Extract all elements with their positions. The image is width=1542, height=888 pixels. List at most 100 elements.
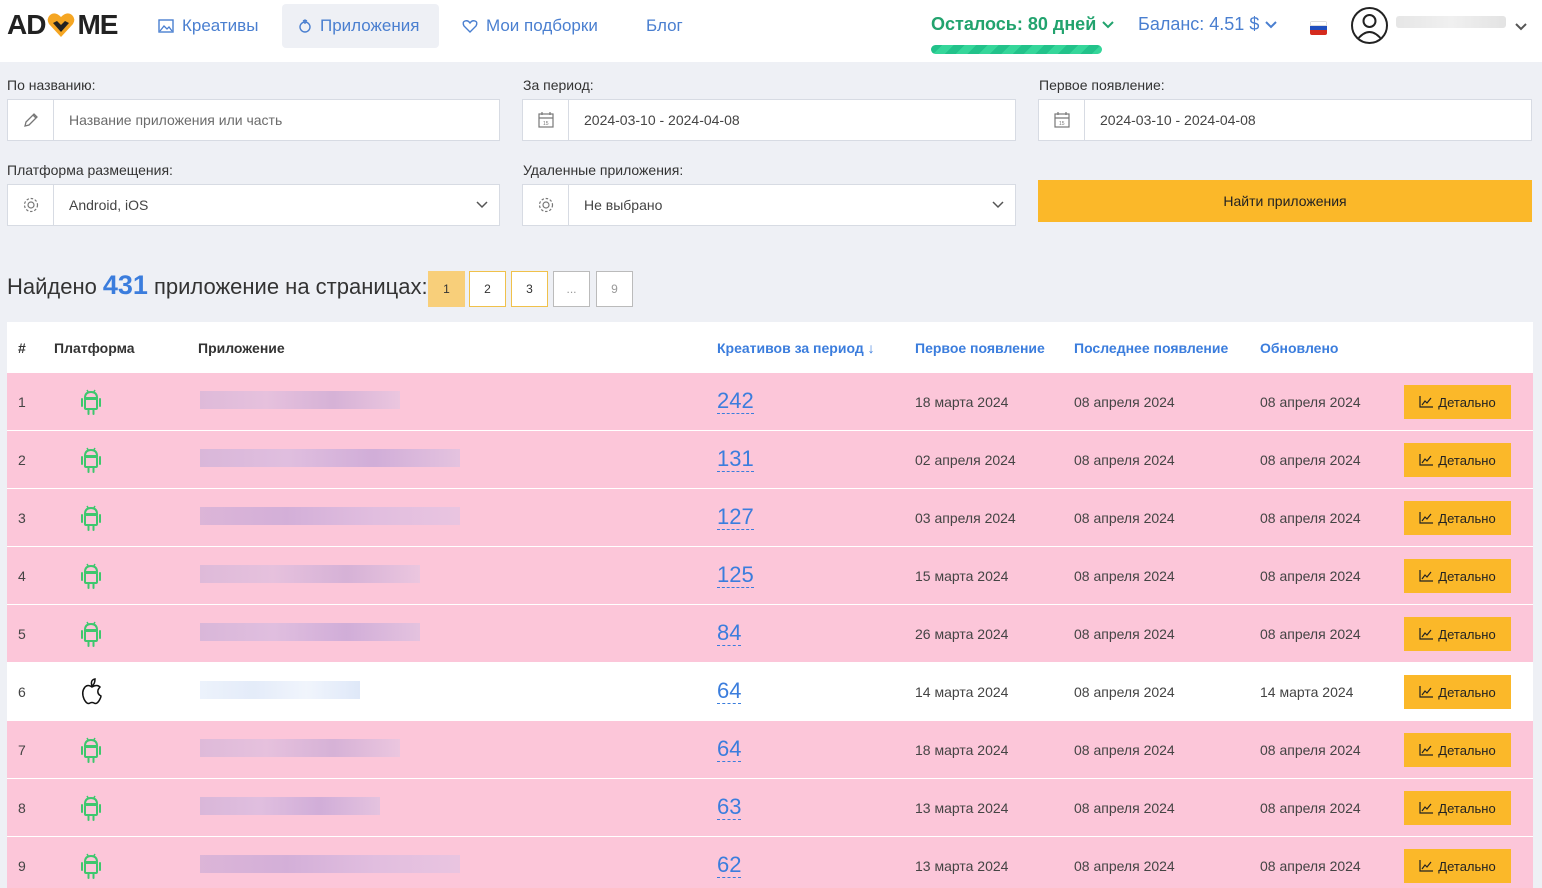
platform-cell xyxy=(80,663,104,720)
creatives-count-link[interactable]: 84 xyxy=(717,621,742,646)
page-button-ellipsis[interactable]: ... xyxy=(553,271,590,307)
days-progress-bar xyxy=(931,45,1102,54)
app-name-redacted[interactable] xyxy=(200,449,460,467)
chart-line-icon xyxy=(1419,686,1434,698)
creatives-count-link[interactable]: 125 xyxy=(717,563,754,588)
period-filter-field[interactable]: 15 2024-03-10 - 2024-04-08 xyxy=(522,99,1016,141)
updated-cell: 14 марта 2024 xyxy=(1260,683,1354,700)
app-name-redacted[interactable] xyxy=(200,681,360,699)
app-name-redacted[interactable] xyxy=(200,797,380,815)
chart-line-icon xyxy=(1419,628,1434,640)
first-appearance-field[interactable]: 15 2024-03-10 - 2024-04-08 xyxy=(1038,99,1532,141)
details-button[interactable]: Детально xyxy=(1404,849,1511,883)
details-button[interactable]: Детально xyxy=(1404,733,1511,767)
chevron-down-icon xyxy=(1102,20,1114,28)
row-index: 1 xyxy=(18,393,26,410)
details-button[interactable]: Детально xyxy=(1404,501,1511,535)
app-name-redacted[interactable] xyxy=(200,391,400,409)
row-index: 7 xyxy=(18,741,26,758)
results-suffix: приложение на страницах: xyxy=(153,274,428,299)
details-button[interactable]: Детально xyxy=(1404,443,1511,477)
details-button[interactable]: Детально xyxy=(1404,675,1511,709)
creatives-count-link[interactable]: 242 xyxy=(717,389,754,414)
days-left-label: Осталось: 80 дней xyxy=(931,14,1097,34)
app-name-redacted[interactable] xyxy=(200,623,420,641)
creatives-count-link[interactable]: 127 xyxy=(717,505,754,530)
details-button[interactable]: Детально xyxy=(1404,385,1511,419)
first-appearance-cell: 15 марта 2024 xyxy=(915,567,1009,584)
last-appearance-cell: 08 апреля 2024 xyxy=(1074,567,1175,584)
chevron-down-icon[interactable] xyxy=(1514,22,1528,32)
chart-line-icon xyxy=(1419,396,1434,408)
android-icon xyxy=(81,505,101,531)
col-app: Приложение xyxy=(198,340,285,356)
updated-cell: 08 апреля 2024 xyxy=(1260,567,1361,584)
days-left[interactable]: Осталось: 80 дней xyxy=(931,14,1115,35)
nav-apps[interactable]: Приложения xyxy=(282,4,439,48)
nav-apps-label: Приложения xyxy=(320,16,420,35)
balance[interactable]: Баланс: 4.51 $ xyxy=(1138,14,1278,35)
name-search-input[interactable]: Название приложения или часть xyxy=(54,112,499,128)
page-button-2[interactable]: 2 xyxy=(469,271,506,307)
creatives-count-link[interactable]: 131 xyxy=(717,447,754,472)
nav-creatives-label: Креативы xyxy=(182,16,259,35)
apps-icon xyxy=(299,19,311,33)
nav-creatives[interactable]: Креативы xyxy=(142,4,274,48)
col-updated-sort[interactable]: Обновлено xyxy=(1260,340,1338,356)
page-button-1[interactable]: 1 xyxy=(428,271,465,307)
details-label: Детально xyxy=(1438,800,1496,816)
last-appearance-cell: 08 апреля 2024 xyxy=(1074,625,1175,642)
russian-flag-icon[interactable] xyxy=(1310,21,1327,35)
first-appearance-cell: 18 марта 2024 xyxy=(915,741,1009,758)
updated-cell: 08 апреля 2024 xyxy=(1260,451,1361,468)
avatar[interactable] xyxy=(1351,7,1388,44)
col-platform: Платформа xyxy=(54,340,135,356)
creatives-count-link[interactable]: 63 xyxy=(717,795,742,820)
chart-line-icon xyxy=(1419,802,1434,814)
creatives-cell: 131 xyxy=(717,431,754,488)
creatives-count-link[interactable]: 62 xyxy=(717,853,742,878)
col-first-appearance-sort[interactable]: Первое появление xyxy=(915,340,1045,356)
chart-line-icon xyxy=(1419,454,1434,466)
apps-table: # Платформа Приложение Креативов за пери… xyxy=(7,322,1533,888)
gear-icon xyxy=(8,185,54,225)
app-name-redacted[interactable] xyxy=(200,855,460,873)
app-name-redacted[interactable] xyxy=(200,565,420,583)
nav-collections[interactable]: Мои подборки xyxy=(446,4,614,48)
creatives-count-link[interactable]: 64 xyxy=(717,737,742,762)
deleted-selected-value: Не выбрано xyxy=(584,197,663,213)
app-name-redacted[interactable] xyxy=(200,507,460,525)
chart-line-icon xyxy=(1419,570,1434,582)
updated-cell: 08 апреля 2024 xyxy=(1260,625,1361,642)
details-button[interactable]: Детально xyxy=(1404,791,1511,825)
logo-text-left: AD xyxy=(7,9,46,40)
platform-cell xyxy=(80,721,102,778)
creatives-count-link[interactable]: 64 xyxy=(717,679,742,704)
last-appearance-cell: 08 апреля 2024 xyxy=(1074,393,1175,410)
first-appearance-cell: 13 марта 2024 xyxy=(915,857,1009,874)
platform-cell xyxy=(80,489,102,546)
first-appearance-date-range[interactable]: 2024-03-10 - 2024-04-08 xyxy=(1085,112,1531,128)
platform-select[interactable]: Android, iOS xyxy=(7,184,500,226)
android-icon xyxy=(81,737,101,763)
nav-blog[interactable]: Блог xyxy=(630,4,699,48)
calendar-icon: 15 xyxy=(523,100,569,140)
page-button-3[interactable]: 3 xyxy=(511,271,548,307)
page-button-last[interactable]: 9 xyxy=(596,271,633,307)
last-appearance-cell: 08 апреля 2024 xyxy=(1074,683,1175,700)
period-date-range[interactable]: 2024-03-10 - 2024-04-08 xyxy=(569,112,1015,128)
chart-line-icon xyxy=(1419,744,1434,756)
logo[interactable]: AD ME xyxy=(7,8,118,42)
deleted-apps-select[interactable]: Не выбрано xyxy=(522,184,1016,226)
name-filter-field[interactable]: Название приложения или часть xyxy=(7,99,500,141)
details-button[interactable]: Детально xyxy=(1404,559,1511,593)
table-header: # Платформа Приложение Креативов за пери… xyxy=(7,322,1533,372)
details-button[interactable]: Детально xyxy=(1404,617,1511,651)
col-creatives-sort[interactable]: Креативов за период ↓ xyxy=(717,340,875,356)
find-apps-button[interactable]: Найти приложения xyxy=(1038,180,1532,222)
col-index: # xyxy=(18,340,26,356)
col-last-appearance-sort[interactable]: Последнее появление xyxy=(1074,340,1228,356)
app-name-redacted[interactable] xyxy=(200,739,400,757)
table-row: 2 131 02 апреля 2024 08 апреля 2024 08 апрел… xyxy=(7,430,1533,488)
last-appearance-cell: 08 апреля 2024 xyxy=(1074,451,1175,468)
